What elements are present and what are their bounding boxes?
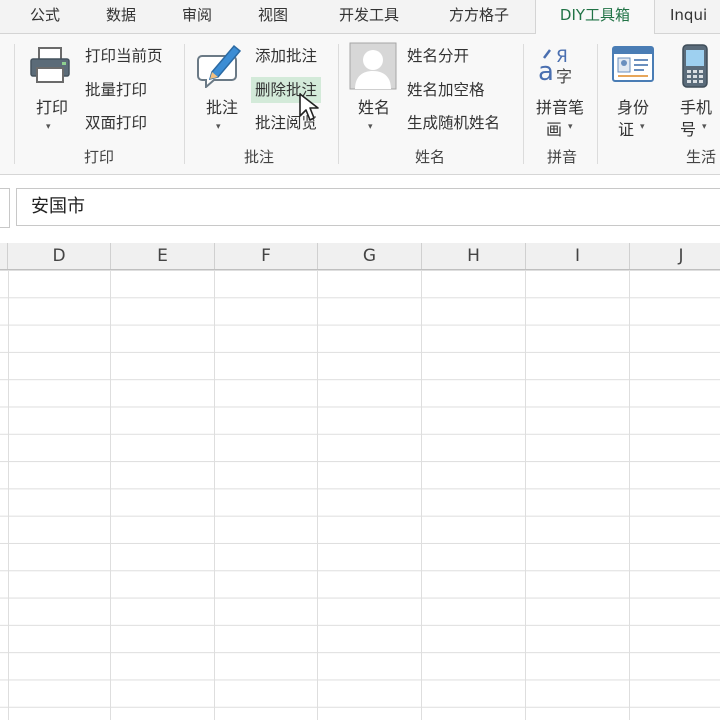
group-separator: [14, 44, 15, 164]
id-card-label-line2: 证: [617, 120, 634, 139]
mouse-cursor-icon: [299, 93, 319, 121]
print-big-label: 打印: [35, 98, 68, 117]
grid-line: [421, 270, 422, 720]
pinyin-big-label-line1: 拼音笔: [535, 98, 584, 117]
formula-input[interactable]: 安国市: [16, 188, 720, 226]
grid-line: [317, 270, 318, 720]
cell-grid[interactable]: [0, 270, 720, 720]
id-card-label-line1: 身份: [616, 98, 649, 117]
print-group-label: 打印: [83, 148, 114, 166]
column-header-f[interactable]: F: [215, 243, 318, 269]
grid-line: [110, 270, 111, 720]
mobile-phone-icon: [682, 44, 708, 88]
grid-line: [525, 270, 526, 720]
chevron-down-icon: ▾: [640, 122, 645, 132]
pinyin-group-label: 拼音: [546, 148, 577, 166]
tab-inquire[interactable]: Inqui: [670, 0, 720, 33]
group-separator: [338, 44, 339, 164]
person-icon: [349, 42, 397, 90]
print-current-page-button[interactable]: 打印当前页: [81, 43, 167, 69]
tab-view[interactable]: 视图: [244, 0, 302, 33]
ribbon: 打印 ▾ 打印当前页 批量打印 双面打印 打印 批注 ▾ 添加批注 删除批注 批…: [0, 34, 720, 175]
name-group-label: 姓名: [414, 148, 445, 166]
pinyin-icon: a Я 字: [538, 47, 572, 87]
comment-group-label: 批注: [243, 148, 274, 166]
column-header-row: D E F G H I J: [0, 243, 720, 270]
chevron-down-icon: ▾: [368, 122, 373, 132]
grid-line: [8, 270, 9, 720]
mobile-phone-label-line1: 手机: [679, 98, 712, 117]
pinyin-big-label-line2: 画: [545, 120, 562, 139]
group-separator: [597, 44, 598, 164]
mobile-phone-label-line2: 号: [679, 120, 696, 139]
grid-line: [629, 270, 630, 720]
printer-icon: [30, 47, 70, 83]
life-group-label: 生活: [686, 148, 717, 166]
svg-text:Я: Я: [556, 47, 568, 67]
name-box[interactable]: [0, 188, 10, 228]
chevron-down-icon: ▾: [568, 122, 573, 132]
chevron-down-icon: ▾: [216, 122, 221, 132]
column-header-i[interactable]: I: [526, 243, 630, 269]
column-header-partial[interactable]: [0, 243, 8, 269]
name-add-space-button[interactable]: 姓名加空格: [403, 77, 489, 103]
chevron-down-icon: ▾: [46, 122, 51, 132]
column-header-h[interactable]: H: [422, 243, 526, 269]
ribbon-tab-bar: 公式 数据 审阅 视图 开发工具 方方格子 DIY工具箱 Inqui: [0, 0, 720, 35]
name-big-label: 姓名: [357, 98, 390, 117]
comment-big-label: 批注: [205, 98, 238, 117]
pen-comment-icon: [197, 44, 242, 88]
add-comment-button[interactable]: 添加批注: [251, 43, 321, 69]
svg-text:a: a: [538, 57, 554, 87]
column-header-d[interactable]: D: [8, 243, 111, 269]
tab-developer[interactable]: 开发工具: [324, 0, 414, 33]
batch-print-button[interactable]: 批量打印: [81, 77, 151, 103]
tab-formulas[interactable]: 公式: [18, 0, 72, 33]
generate-random-name-button[interactable]: 生成随机姓名: [403, 110, 504, 136]
chevron-down-icon: ▾: [702, 122, 707, 132]
tab-fangfang-gezi[interactable]: 方方格子: [434, 0, 524, 33]
tab-diy-toolbox[interactable]: DIY工具箱: [535, 0, 655, 35]
id-card-icon: [612, 46, 654, 82]
tab-data[interactable]: 数据: [92, 0, 150, 33]
column-header-j[interactable]: J: [630, 243, 720, 269]
column-header-e[interactable]: E: [111, 243, 215, 269]
group-separator: [523, 44, 524, 164]
formula-bar: 安国市: [0, 175, 720, 243]
column-header-g[interactable]: G: [318, 243, 422, 269]
group-separator: [184, 44, 185, 164]
grid-line: [214, 270, 215, 720]
tab-review[interactable]: 审阅: [170, 0, 224, 33]
svg-text:字: 字: [556, 67, 572, 86]
duplex-print-button[interactable]: 双面打印: [81, 110, 151, 136]
split-name-button[interactable]: 姓名分开: [403, 43, 473, 69]
